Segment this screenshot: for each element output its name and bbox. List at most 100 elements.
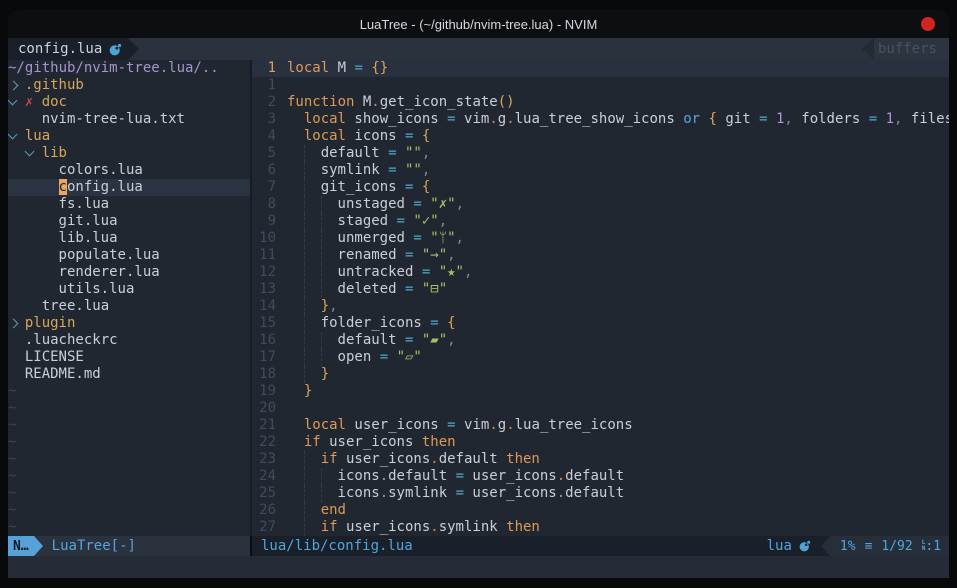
- indent-guide: [304, 179, 321, 196]
- indent: [287, 298, 304, 315]
- indent: [287, 332, 304, 349]
- tree-item-label: colors.lua: [59, 162, 143, 178]
- indent: [287, 196, 304, 213]
- indent-guide: [304, 485, 321, 502]
- indent-guide: [321, 264, 338, 281]
- indent: [287, 315, 304, 332]
- code-line[interactable]: 9staged = "✓",: [252, 213, 949, 230]
- code-line[interactable]: 12untracked = "★",: [252, 264, 949, 281]
- tree-item-plugin[interactable]: plugin: [8, 315, 250, 332]
- line-number: 2: [252, 94, 276, 111]
- code-line[interactable]: 27if user_icons.symlink then: [252, 519, 949, 536]
- indent: [287, 179, 304, 196]
- tree-item-colors.lua[interactable]: colors.lua: [8, 162, 250, 179]
- tree-item-label: config.lua: [59, 179, 143, 195]
- tree-item-license[interactable]: LICENSE: [8, 349, 250, 366]
- code-line[interactable]: 8unstaged = "✗",: [252, 196, 949, 213]
- code-line[interactable]: 13deleted = "⊟": [252, 281, 949, 298]
- line-number: 16: [252, 332, 276, 349]
- tree-item-lib.lua[interactable]: lib.lua: [8, 230, 250, 247]
- statusline-metrics: 1% ≡ 1/92 LN :1: [830, 536, 949, 556]
- tree-item-.luacheckrc[interactable]: .luacheckrc: [8, 332, 250, 349]
- tree-item-label: .github: [25, 77, 84, 93]
- tree-item-doc[interactable]: ✗doc: [8, 94, 250, 111]
- code-line[interactable]: 10unmerged = "ᛘ",: [252, 230, 949, 247]
- tree-item-label: nvim-tree-lua.txt: [42, 111, 185, 127]
- code-line[interactable]: 14},: [252, 298, 949, 315]
- indent: [287, 281, 304, 298]
- code-line[interactable]: 4local icons = {: [252, 128, 949, 145]
- code-line[interactable]: 7git_icons = {: [252, 179, 949, 196]
- statusline-editor: lua/lib/config.lua lua 1% ≡ 1/92 LN :1: [252, 536, 949, 556]
- buffers-label[interactable]: buffers: [874, 38, 949, 60]
- tree-item-populate.lua[interactable]: populate.lua: [8, 247, 250, 264]
- tabline: config.lua buffers: [8, 38, 949, 60]
- chevron-right-icon: [8, 77, 25, 94]
- indent-guide: [321, 468, 338, 485]
- code-line[interactable]: 1local M = {}: [252, 60, 949, 77]
- tree-item-label: git.lua: [59, 213, 118, 229]
- chevron-down-icon: [25, 145, 42, 162]
- main-area: ~/github/nvim-tree.lua/...github✗docnvim…: [8, 60, 949, 536]
- code-line[interactable]: 11renamed = "→",: [252, 247, 949, 264]
- code-line[interactable]: 20: [252, 400, 949, 417]
- close-button[interactable]: [921, 17, 935, 31]
- code-line[interactable]: 18}: [252, 366, 949, 383]
- indent-guide: [304, 451, 321, 468]
- tree-item-label: fs.lua: [59, 196, 110, 212]
- file-tree[interactable]: ~/github/nvim-tree.lua/...github✗docnvim…: [8, 60, 250, 536]
- editor[interactable]: 1local M = {}12function M.get_icon_state…: [252, 60, 949, 536]
- tree-item-config.lua[interactable]: config.lua: [8, 179, 250, 196]
- chevron-down-icon: [8, 128, 25, 145]
- code-line[interactable]: 24icons.default = user_icons.default: [252, 468, 949, 485]
- code-line[interactable]: 16default = "▰",: [252, 332, 949, 349]
- indent-guide: [304, 264, 321, 281]
- code-line[interactable]: 21local user_icons = vim.g.lua_tree_icon…: [252, 417, 949, 434]
- code-line[interactable]: 15folder_icons = {: [252, 315, 949, 332]
- line-number: 8: [252, 196, 276, 213]
- indent-guide: [304, 145, 321, 162]
- indent: [287, 383, 304, 400]
- statusline-tree-title: LuaTree[-]: [52, 538, 136, 554]
- indent: [287, 230, 304, 247]
- indent: [287, 111, 304, 128]
- tree-item-readme.md[interactable]: README.md: [8, 366, 250, 383]
- tree-item-.github[interactable]: .github: [8, 77, 250, 94]
- tree-item-renderer.lua[interactable]: renderer.lua: [8, 264, 250, 281]
- indent-guide: [321, 349, 338, 366]
- tree-item-nvim-tree-lua.txt[interactable]: nvim-tree-lua.txt: [8, 111, 250, 128]
- indent: [287, 502, 304, 519]
- tree-item-label: ~/github/nvim-tree.lua/..: [8, 60, 219, 76]
- code-line[interactable]: 2function M.get_icon_state(): [252, 94, 949, 111]
- tree-item-label: lib: [42, 145, 67, 161]
- indent: [287, 519, 304, 536]
- tree-item-git.lua[interactable]: git.lua: [8, 213, 250, 230]
- code-line[interactable]: 23if user_icons.default then: [252, 451, 949, 468]
- line-number: 9: [252, 213, 276, 230]
- tree-item-lua[interactable]: lua: [8, 128, 250, 145]
- code-line[interactable]: 3local show_icons = vim.g.lua_tree_show_…: [252, 111, 949, 128]
- command-line[interactable]: [8, 556, 949, 578]
- tab-config-lua[interactable]: config.lua: [8, 38, 128, 60]
- indent: [287, 451, 304, 468]
- line-number: 1: [252, 77, 276, 94]
- code-line[interactable]: 17open = "▱": [252, 349, 949, 366]
- tree-item-fs.lua[interactable]: fs.lua: [8, 196, 250, 213]
- code-line[interactable]: 5default = "",: [252, 145, 949, 162]
- empty-line-tilde: ~: [8, 502, 250, 519]
- tree-item--github-nvim-tree.lua-..[interactable]: ~/github/nvim-tree.lua/..: [8, 60, 250, 77]
- indent-guide: [304, 332, 321, 349]
- tree-item-utils.lua[interactable]: utils.lua: [8, 281, 250, 298]
- code-line[interactable]: 1: [252, 77, 949, 94]
- code-line[interactable]: 26end: [252, 502, 949, 519]
- line-number: 27: [252, 519, 276, 536]
- code-line[interactable]: 25icons.symlink = user_icons.default: [252, 485, 949, 502]
- code-line[interactable]: 22if user_icons then: [252, 434, 949, 451]
- line-number: 5: [252, 145, 276, 162]
- code-line[interactable]: 19}: [252, 383, 949, 400]
- scroll-percent: 1%: [840, 539, 856, 554]
- tree-item-label: .luacheckrc: [25, 332, 118, 348]
- tree-item-lib[interactable]: lib: [8, 145, 250, 162]
- tree-item-tree.lua[interactable]: tree.lua: [8, 298, 250, 315]
- code-line[interactable]: 6symlink = "",: [252, 162, 949, 179]
